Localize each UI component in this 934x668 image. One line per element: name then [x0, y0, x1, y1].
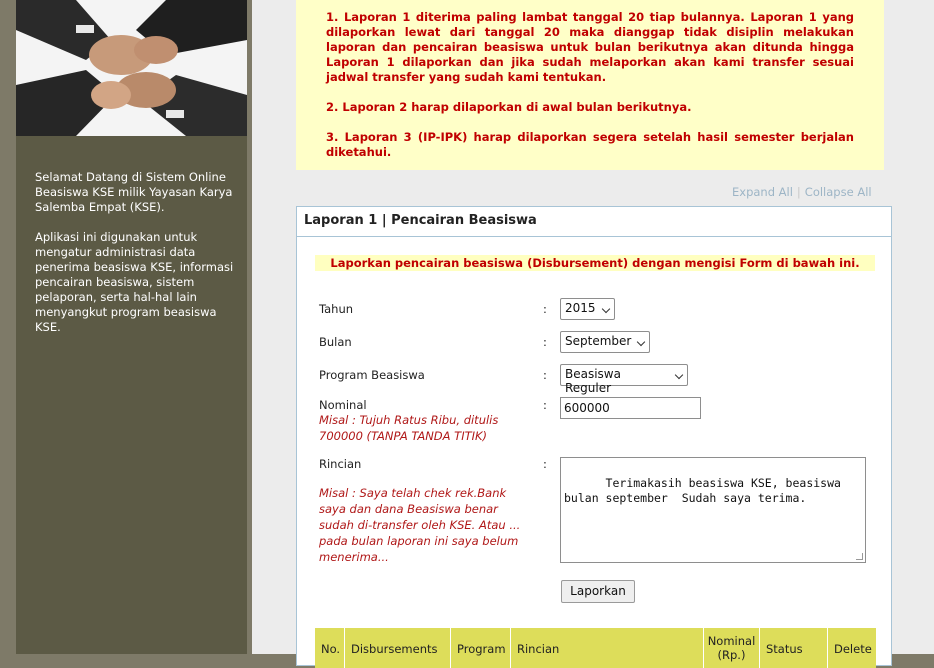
th-nominal: Nominal (Rp.)	[704, 628, 760, 668]
rincian-hint: Misal : Saya telah chek rek.Bank saya da…	[319, 486, 521, 564]
bulan-select[interactable]: September	[560, 331, 650, 353]
laporkan-button[interactable]: Laporkan	[561, 580, 635, 603]
rincian-colon: :	[543, 457, 547, 471]
tahun-select[interactable]: 2015	[560, 298, 615, 320]
sidebar-description: Selamat Datang di Sistem Online Beasiswa…	[35, 170, 235, 350]
th-no: No.	[315, 628, 345, 668]
program-select[interactable]: Beasiswa Reguler	[560, 364, 688, 395]
laporan-1-panel: Laporan 1 | Pencairan Beasiswa Laporkan …	[296, 206, 892, 668]
rincian-text: Terimakasih beasiswa KSE, beasiswa bulan…	[564, 476, 841, 505]
program-colon: :	[543, 368, 547, 382]
rule-1: 1. Laporan 1 diterima paling lambat tang…	[326, 10, 854, 84]
link-separator: |	[796, 185, 801, 199]
expand-collapse-links: Expand All | Collapse All	[732, 185, 872, 199]
bulan-colon: :	[543, 335, 547, 349]
bulan-label: Bulan	[319, 335, 352, 349]
panel-title[interactable]: Laporan 1 | Pencairan Beasiswa	[297, 207, 891, 237]
rincian-group: Rincian Misal : Saya telah chek rek.Bank…	[319, 457, 524, 565]
nominal-hint: Misal : Tujuh Ratus Ribu, ditulis 700000…	[319, 413, 499, 443]
bulan-selected-value: September	[565, 334, 632, 348]
disbursement-table-header: No. Disbursements Program Rincian Nomina…	[315, 628, 876, 668]
th-status: Status	[760, 628, 828, 668]
nominal-label: Nominal	[319, 398, 367, 412]
form-instruction: Laporkan pencairan beasiswa (Disbursemen…	[315, 255, 875, 271]
rincian-label: Rincian	[319, 457, 362, 471]
program-label: Program Beasiswa	[319, 368, 425, 382]
program-selected-value: Beasiswa Reguler	[565, 367, 621, 395]
welcome-text: Selamat Datang di Sistem Online Beasiswa…	[35, 170, 233, 214]
tahun-colon: :	[543, 302, 547, 316]
resize-handle-icon[interactable]	[856, 553, 863, 560]
collapse-all-link[interactable]: Collapse All	[805, 185, 872, 199]
th-rincian: Rincian	[511, 628, 704, 668]
handshake-image	[16, 0, 247, 136]
th-disbursements: Disbursements	[345, 628, 451, 668]
expand-all-link[interactable]: Expand All	[732, 185, 793, 199]
sidebar: Selamat Datang di Sistem Online Beasiswa…	[16, 0, 247, 654]
rincian-textarea[interactable]: Terimakasih beasiswa KSE, beasiswa bulan…	[560, 457, 866, 563]
main-content: 1. Laporan 1 diterima paling lambat tang…	[252, 0, 934, 668]
rule-3: 3. Laporan 3 (IP-IPK) harap dilaporkan s…	[326, 130, 854, 159]
nominal-input[interactable]: 600000	[560, 397, 701, 419]
th-delete: Delete	[834, 642, 872, 656]
nominal-colon: :	[543, 398, 547, 412]
tahun-selected-value: 2015	[565, 301, 596, 315]
app-description: Aplikasi ini digunakan untuk mengatur ad…	[35, 230, 234, 334]
handshake-photo	[16, 0, 247, 136]
th-program: Program	[451, 628, 511, 668]
nominal-group: Nominal Misal : Tujuh Ratus Ribu, dituli…	[319, 398, 519, 444]
tahun-label: Tahun	[319, 302, 354, 316]
rules-notice: 1. Laporan 1 diterima paling lambat tang…	[296, 0, 884, 170]
rule-2: 2. Laporan 2 harap dilaporkan di awal bu…	[326, 100, 692, 114]
